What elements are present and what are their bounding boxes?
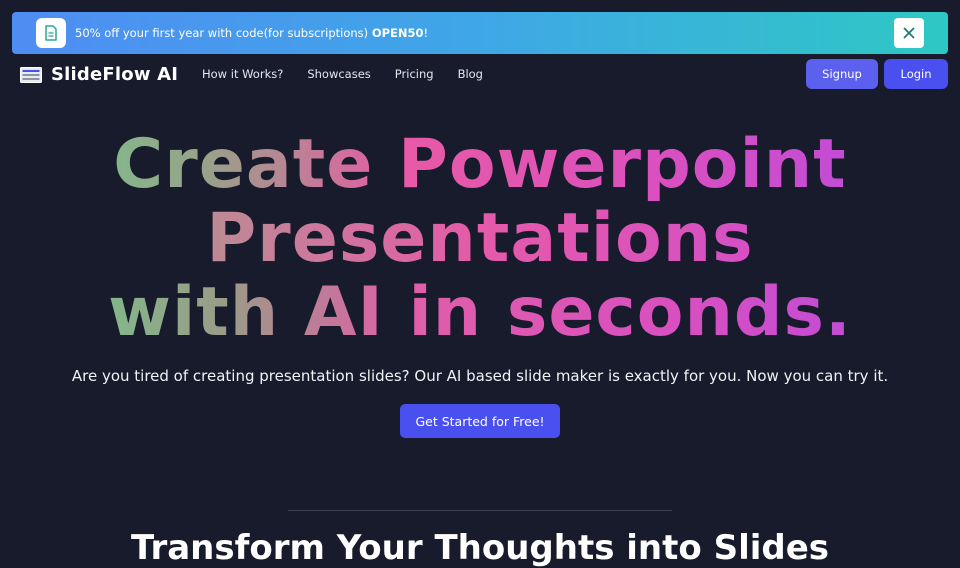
nav-link-blog[interactable]: Blog (458, 67, 483, 81)
promo-text-prefix: 50% off your first year with code(for su… (75, 26, 372, 40)
hero-heading: Create Powerpoint Presentations with AI … (0, 128, 960, 350)
section-divider (288, 510, 672, 511)
get-started-button[interactable]: Get Started for Free! (400, 404, 560, 438)
close-banner-button[interactable] (894, 18, 924, 48)
login-button[interactable]: Login (884, 59, 948, 89)
slides-logo-icon (20, 66, 42, 83)
hero-line-1: Create Powerpoint (0, 128, 960, 202)
hero-subtitle: Are you tired of creating presentation s… (71, 367, 889, 385)
nav-link-pricing[interactable]: Pricing (395, 67, 434, 81)
close-icon (903, 27, 915, 39)
document-icon (36, 18, 66, 48)
promo-code: OPEN50 (371, 26, 424, 40)
nav-link-how-it-works[interactable]: How it Works? (202, 67, 283, 81)
promo-text: 50% off your first year with code(for su… (75, 12, 428, 54)
section-title: Transform Your Thoughts into Slides (130, 528, 830, 568)
promo-text-suffix: ! (423, 26, 429, 40)
hero-line-3: with AI in seconds. (0, 276, 960, 350)
nav-links: How it Works? Showcases Pricing Blog (202, 67, 507, 81)
signup-button[interactable]: Signup (806, 59, 878, 89)
promo-banner: 50% off your first year with code(for su… (12, 12, 948, 54)
nav-link-showcases[interactable]: Showcases (307, 67, 370, 81)
brand-name: SlideFlow AI (51, 64, 179, 85)
brand-logo[interactable]: SlideFlow AI (20, 64, 178, 85)
hero-line-2: Presentations (0, 202, 960, 276)
